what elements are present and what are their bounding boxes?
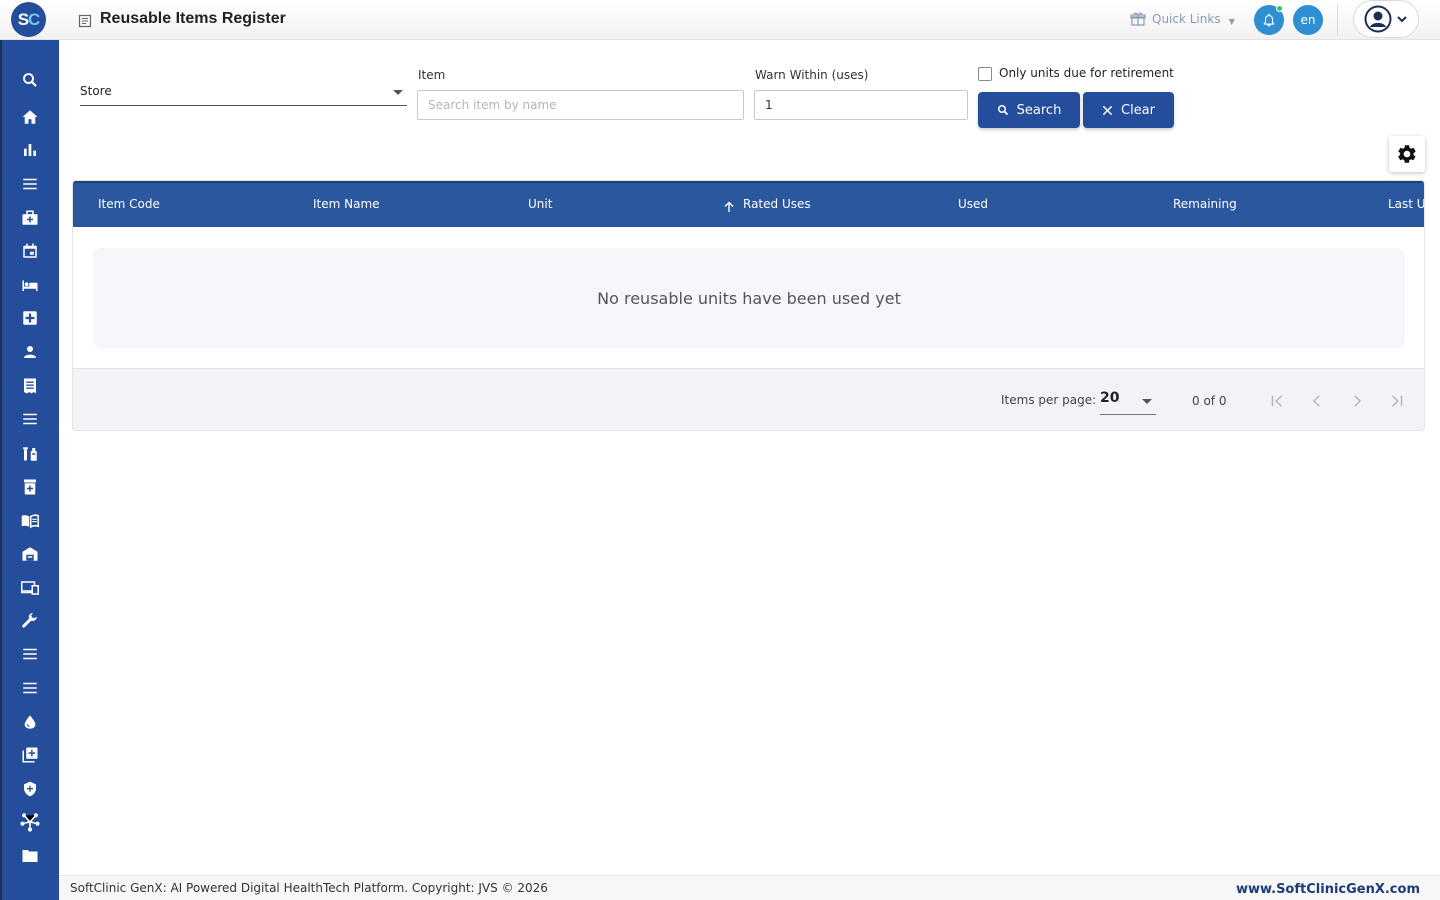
network-icon[interactable]	[19, 811, 41, 833]
first-page-button[interactable]	[1265, 389, 1289, 413]
empty-state-message: No reusable units have been used yet	[597, 288, 901, 308]
wrench-icon[interactable]	[19, 610, 41, 632]
menu-icon[interactable]	[19, 173, 41, 195]
shield-icon[interactable]	[19, 778, 41, 800]
clear-button-label: Clear	[1121, 102, 1155, 118]
close-icon	[1102, 105, 1113, 115]
header-divider	[1337, 4, 1338, 36]
chevron-left-icon	[1312, 395, 1320, 407]
warehouse-icon[interactable]	[19, 543, 41, 565]
previous-page-button[interactable]	[1305, 389, 1329, 413]
column-header-remaining[interactable]: Remaining	[1173, 197, 1237, 211]
chevron-right-icon	[1354, 395, 1362, 407]
store-label: Store	[80, 84, 112, 98]
table-settings-button[interactable]	[1389, 136, 1425, 172]
last-page-button[interactable]	[1385, 389, 1409, 413]
app-logo[interactable]: SC	[11, 2, 46, 37]
footer-copyright: SoftClinic GenX: AI Powered Digital Heal…	[70, 881, 548, 895]
empty-state: No reusable units have been used yet	[93, 248, 1405, 348]
quick-links-label: Quick Links	[1152, 12, 1221, 26]
footer-website-link[interactable]: www.SoftClinicGenX.com	[1236, 882, 1420, 897]
dropdown-arrow-icon	[393, 90, 403, 95]
menu-icon[interactable]	[19, 677, 41, 699]
devices-icon[interactable]	[19, 577, 41, 599]
home-icon[interactable]	[19, 106, 41, 128]
notification-dot	[1276, 5, 1283, 12]
profile-menu[interactable]	[1353, 0, 1419, 38]
medical-bag-icon[interactable]	[19, 207, 41, 229]
language-button[interactable]: en	[1293, 5, 1323, 35]
person-icon[interactable]	[19, 341, 41, 363]
column-header-used[interactable]: Used	[958, 197, 988, 211]
item-label: Item	[418, 68, 446, 82]
menu-icon[interactable]	[19, 408, 41, 430]
clear-button[interactable]: Clear	[1083, 92, 1174, 128]
calendar-icon[interactable]	[19, 240, 41, 262]
receipt-icon[interactable]	[19, 375, 41, 397]
avatar-icon	[1364, 5, 1392, 33]
gift-icon	[1130, 12, 1146, 26]
search-button[interactable]: Search	[978, 92, 1080, 128]
first-page-icon	[1271, 395, 1283, 407]
table-header: Item Code Item Name Unit Rated Uses Used…	[73, 181, 1424, 227]
lab-icon[interactable]	[19, 443, 41, 465]
page-range-label: 0 of 0	[1192, 394, 1227, 408]
top-header: SC Reusable Items Register Quick Links ▼…	[0, 0, 1440, 40]
page-title: Reusable Items Register	[100, 10, 286, 27]
items-per-page-label: Items per page:	[1001, 393, 1097, 407]
store-select[interactable]: Store	[80, 80, 407, 106]
warn-within-label: Warn Within (uses)	[755, 68, 869, 82]
logo-letter-s: S	[17, 9, 29, 29]
medical-plus-icon[interactable]	[19, 307, 41, 329]
menu-icon[interactable]	[19, 643, 41, 665]
search-icon[interactable]	[19, 69, 41, 91]
column-header-item-code[interactable]: Item Code	[98, 197, 160, 211]
bell-icon	[1263, 13, 1275, 27]
reusable-items-table: Item Code Item Name Unit Rated Uses Used…	[72, 180, 1425, 431]
bar-chart-icon[interactable]	[19, 139, 41, 161]
sidebar	[0, 40, 59, 900]
logo-letter-c: C	[28, 9, 40, 29]
column-header-item-name[interactable]: Item Name	[313, 197, 380, 211]
folder-icon[interactable]	[19, 845, 41, 867]
column-header-rated-uses[interactable]: Rated Uses	[743, 197, 811, 211]
chevron-down-icon	[1397, 16, 1407, 23]
column-header-unit[interactable]: Unit	[528, 197, 552, 211]
search-button-label: Search	[1016, 102, 1062, 118]
column-header-last-used[interactable]: Last U	[1388, 197, 1424, 211]
quick-links-menu[interactable]: Quick Links ▼	[1130, 9, 1235, 29]
last-page-icon	[1391, 395, 1403, 407]
register-icon	[78, 14, 92, 28]
paginator: Items per page: 20 0 of 0	[73, 368, 1424, 430]
notifications-button[interactable]	[1254, 5, 1284, 35]
blood-drop-icon[interactable]	[19, 711, 41, 733]
page-size-select[interactable]: 20	[1100, 387, 1156, 415]
add-box-icon[interactable]	[19, 744, 41, 766]
gear-icon	[1398, 145, 1416, 163]
sort-arrow-up-icon	[724, 201, 734, 212]
pharmacy-icon[interactable]	[19, 476, 41, 498]
book-icon[interactable]	[19, 510, 41, 532]
dropdown-arrow-icon	[1142, 399, 1152, 404]
footer: SoftClinic GenX: AI Powered Digital Heal…	[59, 875, 1440, 900]
chevron-down-icon: ▼	[1228, 16, 1235, 26]
search-icon	[997, 105, 1008, 116]
retirement-checkbox[interactable]	[978, 67, 992, 81]
warn-within-input[interactable]	[754, 90, 968, 120]
bed-icon[interactable]	[19, 274, 41, 296]
item-search-input[interactable]	[417, 90, 744, 120]
page-size-value: 20	[1100, 390, 1120, 406]
next-page-button[interactable]	[1345, 389, 1369, 413]
retirement-checkbox-label[interactable]: Only units due for retirement	[999, 66, 1174, 80]
